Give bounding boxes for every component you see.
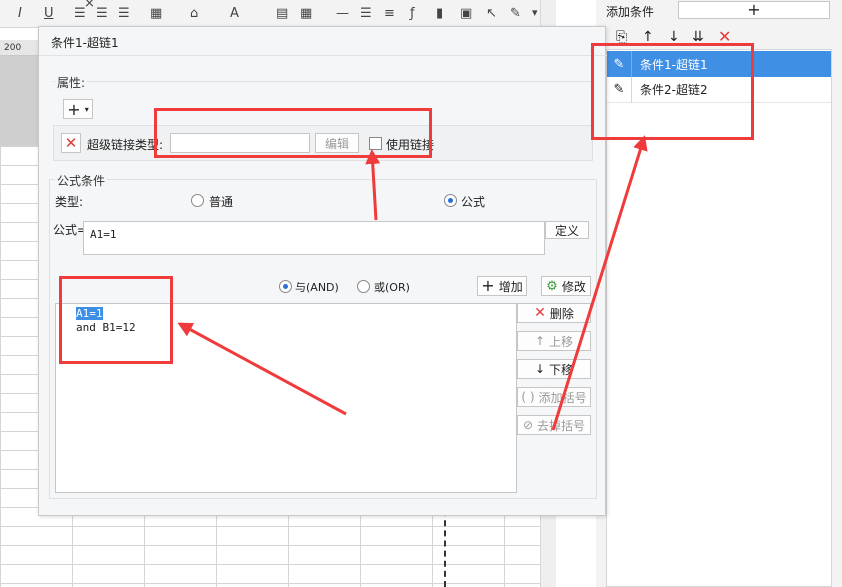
logic-and-radio[interactable] [279, 280, 292, 293]
delete-button-label: 删除 [549, 306, 574, 321]
add-property-button[interactable]: + ▾ [63, 99, 93, 119]
annotation-box-conditions [59, 276, 173, 364]
plus-icon: + [481, 276, 495, 295]
add-condition-button[interactable]: + [678, 1, 830, 19]
brush-icon[interactable]: ✎ [510, 6, 521, 21]
image-icon[interactable]: ▣ [460, 6, 472, 21]
type-label: 类型: [55, 195, 84, 209]
hyperlink-condition-dialog: 条件1-超链1 属性: + ▾ ✕ 超级链接类型: 编辑 使用链接 公式条件 类型… [38, 26, 607, 516]
paint-icon[interactable]: ⌂ [190, 6, 198, 21]
remove-property-icon[interactable]: ✕ [61, 133, 81, 153]
ruler-label: 200 [4, 43, 22, 53]
list-icon[interactable]: ☰ [360, 6, 372, 21]
formula-condition-label: 公式条件 [55, 172, 108, 189]
add-button[interactable]: + 增加 [477, 276, 527, 296]
table-icon[interactable]: ▦ [300, 6, 312, 21]
move-down-button[interactable]: ↓ 下移 [517, 359, 591, 379]
type-normal-label: 普通 [209, 195, 234, 209]
chevron-down-icon: ▾ [84, 104, 89, 114]
x-icon: ✕ [534, 305, 546, 321]
remove-parentheses-button-label: 去掉括号 [537, 418, 586, 433]
font-color-button[interactable]: A [230, 6, 239, 21]
parentheses-icon: ( ) [521, 390, 535, 404]
text-icon[interactable]: ≡ [384, 6, 395, 21]
formula-input[interactable]: A1=1 [83, 221, 545, 255]
underline-button[interactable]: U [44, 6, 54, 21]
formula-label: 公式= [53, 223, 88, 237]
title-divider [39, 55, 607, 56]
modify-button-label: 修改 [561, 279, 586, 294]
arrow-up-icon: ↑ [534, 334, 546, 348]
hyperlink-type-label: 超级链接类型: [87, 138, 164, 152]
add-parentheses-button[interactable]: ( ) 添加括号 [517, 387, 591, 407]
type-formula-radio[interactable] [444, 194, 457, 207]
modify-button[interactable]: ⚙ 修改 [541, 276, 591, 296]
type-formula-label: 公式 [461, 195, 486, 209]
align-right-icon[interactable]: ☰ [118, 6, 130, 21]
plus-icon: + [67, 99, 81, 119]
define-button[interactable]: 定义 [545, 221, 589, 239]
italic-button[interactable]: I [18, 6, 22, 21]
pointer-icon[interactable]: ↖ [486, 6, 497, 21]
move-up-button[interactable]: ↑ 上移 [517, 331, 591, 351]
remove-parentheses-icon: ⊘ [522, 418, 534, 432]
logic-and-label: 与(AND) [295, 281, 339, 294]
logic-or-label: 或(OR) [374, 281, 410, 294]
add-button-label: 增加 [498, 279, 523, 294]
add-condition-label: 添加条件 [606, 5, 655, 19]
border-icon[interactable]: ▤ [276, 6, 288, 21]
dropdown-icon[interactable]: ▾ [532, 6, 538, 19]
grid-icon[interactable]: ▦ [150, 6, 162, 21]
annotation-box-hyperlink-type [154, 108, 432, 158]
properties-label: 属性: [55, 74, 88, 91]
minus-icon[interactable]: — [336, 6, 349, 21]
align-center-icon[interactable]: ☰ [96, 6, 108, 21]
add-parentheses-button-label: 添加括号 [538, 390, 587, 405]
close-tab-icon[interactable]: × [84, 0, 95, 11]
modify-icon: ⚙ [546, 278, 558, 294]
chart-icon[interactable]: ▮ [436, 6, 443, 21]
type-normal-radio[interactable] [191, 194, 204, 207]
move-up-button-label: 上移 [549, 334, 574, 349]
fx-icon[interactable]: ƒ [410, 6, 415, 21]
gray-area [0, 56, 40, 146]
annotation-box-condition-list [591, 43, 754, 140]
delete-button[interactable]: ✕ 删除 [517, 303, 591, 323]
remove-parentheses-button[interactable]: ⊘ 去掉括号 [517, 415, 591, 435]
logic-or-radio[interactable] [357, 280, 370, 293]
dialog-title: 条件1-超链1 [51, 36, 119, 50]
arrow-down-icon: ↓ [534, 362, 546, 376]
move-down-button-label: 下移 [549, 362, 574, 377]
